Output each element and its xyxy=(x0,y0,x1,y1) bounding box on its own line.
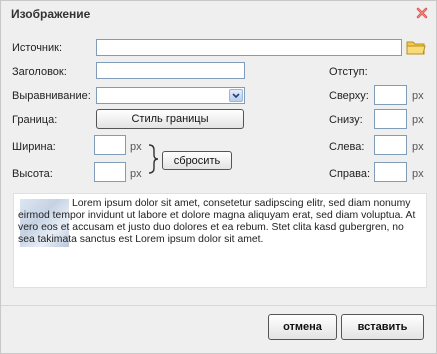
margin-bottom-unit: px xyxy=(412,114,424,126)
margin-right-label: Справа: xyxy=(329,168,371,180)
source-input[interactable] xyxy=(96,39,402,56)
close-icon[interactable] xyxy=(416,7,428,19)
folder-icon[interactable] xyxy=(406,39,426,56)
chevron-down-icon[interactable] xyxy=(229,89,243,102)
source-label: Источник: xyxy=(12,42,63,54)
title-label: Заголовок: xyxy=(12,66,67,78)
footer-divider xyxy=(1,305,436,306)
height-unit: px xyxy=(130,168,142,180)
title-input[interactable] xyxy=(96,62,245,79)
align-label: Выравнивание: xyxy=(12,90,91,102)
reset-button[interactable]: сбросить xyxy=(162,151,232,170)
margin-bottom-label: Снизу: xyxy=(329,114,363,126)
image-dialog: Изображение Источник: Заголовок: Отступ:… xyxy=(0,0,437,354)
margin-top-input[interactable] xyxy=(374,85,407,105)
cancel-button[interactable]: отмена xyxy=(268,314,337,340)
margin-top-label: Сверху: xyxy=(329,90,369,102)
margin-heading: Отступ: xyxy=(329,66,368,78)
insert-button[interactable]: вставить xyxy=(341,314,424,340)
height-label: Высота: xyxy=(12,168,53,180)
brace-icon xyxy=(146,143,160,175)
margin-right-unit: px xyxy=(412,168,424,180)
height-input[interactable] xyxy=(94,162,126,182)
margin-top-unit: px xyxy=(412,90,424,102)
align-select[interactable] xyxy=(96,87,245,104)
border-label: Граница: xyxy=(12,114,58,126)
border-style-button[interactable]: Стиль границы xyxy=(96,109,244,129)
width-input[interactable] xyxy=(94,135,126,155)
image-preview: Lorem ipsum dolor sit amet, consetetur s… xyxy=(13,193,427,288)
dialog-title: Изображение xyxy=(11,7,91,21)
margin-left-unit: px xyxy=(412,141,424,153)
margin-right-input[interactable] xyxy=(374,162,407,182)
margin-left-label: Слева: xyxy=(329,141,365,153)
width-label: Ширина: xyxy=(12,141,56,153)
preview-text: Lorem ipsum dolor sit amet, consetetur s… xyxy=(18,198,416,245)
margin-left-input[interactable] xyxy=(374,135,407,155)
width-unit: px xyxy=(130,141,142,153)
margin-bottom-input[interactable] xyxy=(374,109,407,129)
